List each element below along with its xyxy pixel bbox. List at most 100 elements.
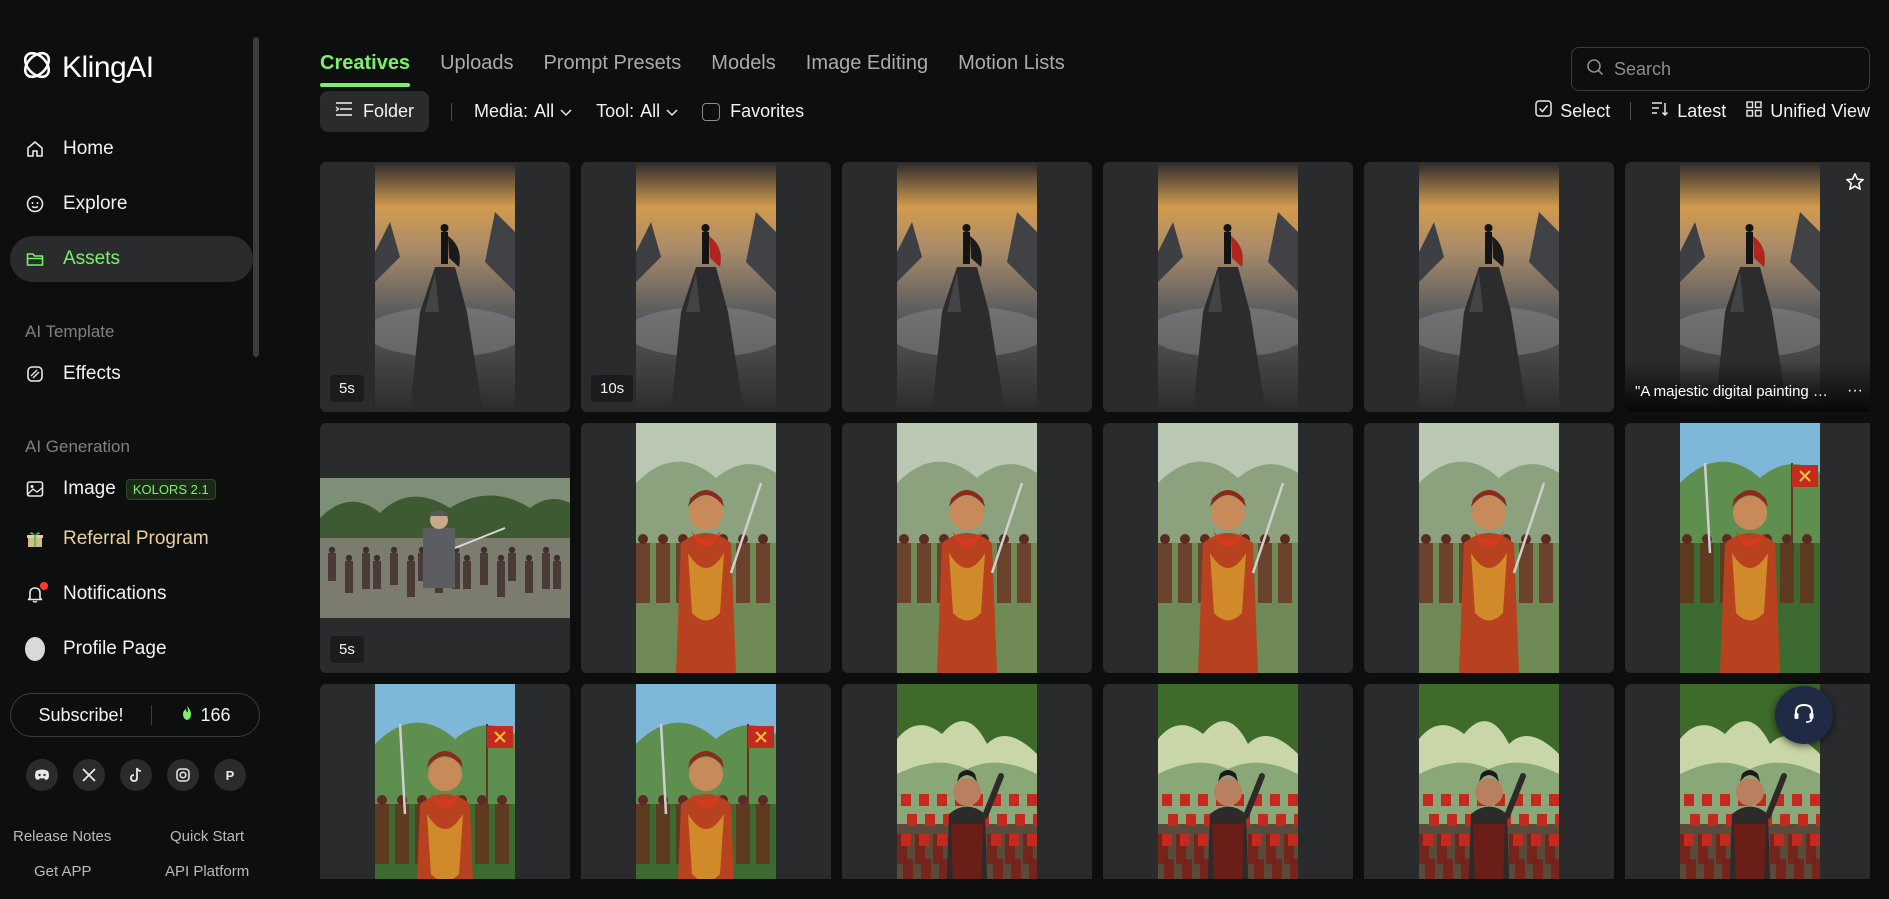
logo-text: KlingAI <box>62 50 154 84</box>
creative-card[interactable] <box>1103 423 1353 673</box>
sidebar-item-effects[interactable]: Effects <box>10 351 253 397</box>
favorites-checkbox[interactable] <box>702 102 721 121</box>
creative-card[interactable] <box>842 162 1092 412</box>
quick-start-link[interactable]: Quick Start <box>170 828 244 845</box>
release-notes-link[interactable]: Release Notes <box>13 828 111 845</box>
instagram-icon[interactable] <box>167 759 199 791</box>
creative-thumbnail <box>897 423 1037 673</box>
creative-thumbnail <box>897 684 1043 879</box>
media-filter-value: All <box>534 101 555 121</box>
x-icon[interactable] <box>73 759 105 791</box>
tab-motion-lists[interactable]: Motion Lists <box>958 52 1065 75</box>
creative-card[interactable] <box>581 684 831 879</box>
chevron-down-icon <box>666 101 678 122</box>
creative-card[interactable] <box>1364 423 1614 673</box>
caption-bar: "A majestic digital painting of a lone w… <box>1625 362 1870 412</box>
grid-view-icon <box>1746 100 1762 122</box>
creative-thumbnail <box>1148 162 1308 412</box>
sidebar-item-image[interactable]: Image KOLORS 2.1 <box>10 466 253 512</box>
sidebar-item-assets[interactable]: Assets <box>10 236 253 282</box>
sidebar-scrollbar[interactable] <box>253 37 259 357</box>
effects-icon <box>25 364 45 384</box>
kolors-badge: KOLORS 2.1 <box>125 478 216 500</box>
toolbar: Folder Media: All Tool: All Favorites <box>320 91 828 132</box>
creative-thumbnail <box>1680 423 1820 673</box>
creative-card[interactable] <box>1364 684 1614 879</box>
tab-image-editing[interactable]: Image Editing <box>806 52 928 75</box>
creative-card[interactable] <box>581 423 831 673</box>
logo[interactable]: KlingAI <box>20 48 154 87</box>
headset-icon <box>1791 700 1817 731</box>
creative-card[interactable] <box>1364 162 1614 412</box>
select-button[interactable]: Select <box>1535 100 1610 122</box>
tab-uploads[interactable]: Uploads <box>440 52 513 75</box>
sidebar-item-profile[interactable]: Profile Page <box>10 626 253 672</box>
favorites-toggle[interactable]: Favorites <box>702 101 804 122</box>
credits-display[interactable]: 166 <box>152 705 259 726</box>
sidebar-item-label: Notifications <box>63 583 167 604</box>
checkbox-icon <box>1535 100 1552 122</box>
social-links: P <box>26 759 246 791</box>
creative-thumbnail <box>636 684 776 879</box>
search-input[interactable] <box>1614 58 1854 80</box>
tool-filter-label: Tool: <box>596 101 635 121</box>
sidebar-item-notifications[interactable]: Notifications <box>10 571 253 617</box>
creative-card[interactable]: 5s <box>320 162 570 412</box>
creative-thumbnail <box>1419 684 1565 879</box>
avatar <box>25 637 45 661</box>
folder-icon <box>25 249 45 269</box>
creative-thumbnail <box>375 684 515 879</box>
creative-card[interactable] <box>1103 684 1353 879</box>
folder-label: Folder <box>363 101 415 121</box>
creative-thumbnail <box>1158 684 1304 879</box>
search-box <box>1571 47 1870 91</box>
creative-card[interactable] <box>1103 162 1353 412</box>
favorite-star-icon[interactable] <box>1845 172 1865 197</box>
divider <box>451 102 453 121</box>
sort-dropdown[interactable]: Latest <box>1651 101 1726 122</box>
folder-button[interactable]: Folder <box>320 91 430 132</box>
sidebar-item-referral[interactable]: Referral Program <box>10 516 253 562</box>
duration-badge: 10s <box>591 375 634 402</box>
creative-card[interactable]: 10s <box>581 162 831 412</box>
creatives-grid: 5s 10s "A majestic digital painting of ·… <box>320 162 1870 879</box>
creative-card[interactable] <box>320 684 570 879</box>
select-label: Select <box>1560 100 1611 121</box>
tab-models[interactable]: Models <box>711 52 775 75</box>
more-options-icon[interactable]: ··· <box>1847 382 1863 400</box>
sort-icon <box>1651 101 1669 122</box>
creative-card[interactable] <box>842 684 1092 879</box>
patreon-icon[interactable]: P <box>214 759 246 791</box>
media-filter-dropdown[interactable]: Media: All <box>474 101 572 122</box>
tiktok-icon[interactable] <box>120 759 152 791</box>
creative-thumbnail <box>1158 423 1298 673</box>
discord-icon[interactable] <box>26 759 58 791</box>
sort-label: Latest <box>1677 100 1727 121</box>
notification-dot <box>40 582 48 590</box>
creative-card[interactable] <box>842 423 1092 673</box>
creative-card[interactable]: 5s <box>320 423 570 673</box>
media-filter-label: Media: <box>474 101 529 121</box>
support-chat-button[interactable] <box>1775 686 1833 744</box>
get-app-link[interactable]: Get APP <box>34 863 92 880</box>
gift-icon <box>25 529 45 549</box>
bell-icon <box>25 582 48 604</box>
section-label-ai-template: AI Template <box>25 322 115 341</box>
creative-thumbnail <box>320 478 570 618</box>
tool-filter-dropdown[interactable]: Tool: All <box>596 101 678 122</box>
creative-card[interactable]: "A majestic digital painting of a lone w… <box>1625 162 1870 412</box>
view-mode-dropdown[interactable]: Unified View <box>1746 101 1870 122</box>
subscribe-button[interactable]: Subscribe! <box>11 705 151 726</box>
api-platform-link[interactable]: API Platform <box>165 863 249 880</box>
creative-card[interactable] <box>1625 684 1870 879</box>
chevron-down-icon <box>560 101 572 122</box>
creative-thumbnail <box>1419 423 1559 673</box>
sidebar-item-home[interactable]: Home <box>10 126 253 172</box>
tab-prompt-presets[interactable]: Prompt Presets <box>543 52 681 75</box>
explore-icon <box>25 194 45 214</box>
sidebar-item-label: Referral Program <box>63 528 209 549</box>
creative-card[interactable] <box>1625 423 1870 673</box>
tab-creatives[interactable]: Creatives <box>320 52 411 87</box>
sidebar-item-explore[interactable]: Explore <box>10 181 253 227</box>
home-icon <box>25 139 45 159</box>
